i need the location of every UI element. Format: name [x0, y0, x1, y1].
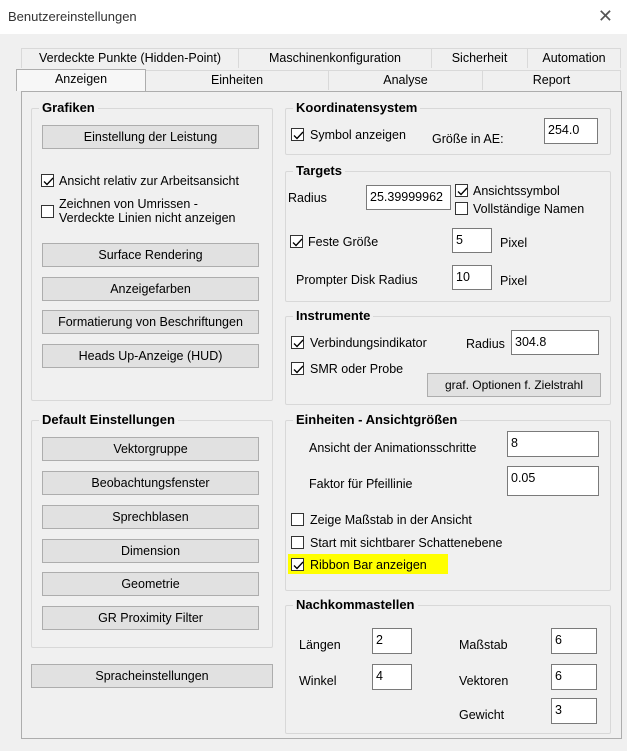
- zeichnen-umrissen-label-2: Verdeckte Linien nicht anzeigen: [59, 211, 236, 225]
- tab-einheiten[interactable]: Einheiten: [145, 70, 329, 90]
- zeige-massstab-label: Zeige Maßstab in der Ansicht: [310, 513, 472, 527]
- smr-probe-checkbox[interactable]: [291, 362, 304, 375]
- group-title-nachkommastellen: Nachkommastellen: [293, 597, 418, 613]
- heads-up-anzeige-button[interactable]: Heads Up-Anzeige (HUD): [42, 344, 259, 368]
- tab-automation[interactable]: Automation: [527, 48, 621, 68]
- close-icon[interactable]: ✕: [598, 6, 613, 27]
- geometrie-button[interactable]: Geometrie: [42, 572, 259, 596]
- zeichnen-umrissen-checkbox[interactable]: [41, 205, 54, 218]
- groesse-ae-label: Größe in AE:: [432, 132, 504, 146]
- group-title-koordinatensystem: Koordinatensystem: [293, 100, 421, 116]
- laengen-input[interactable]: 2: [372, 628, 412, 654]
- group-instrumente: Instrumente Verbindungsindikator Radius …: [285, 308, 611, 405]
- pfeillinie-label: Faktor für Pfeillinie: [309, 477, 413, 491]
- feste-groesse-checkbox[interactable]: [290, 235, 303, 248]
- group-einheiten-ansichtgroessen: Einheiten - Ansichtgrößen Ansicht der An…: [285, 412, 611, 591]
- group-targets: Targets Radius 25.39999962 Ansichtssymbo…: [285, 163, 611, 302]
- targets-radius-input[interactable]: 25.39999962: [366, 185, 451, 210]
- group-title-instrumente: Instrumente: [293, 308, 374, 324]
- targets-radius-label: Radius: [288, 191, 327, 205]
- surface-rendering-button[interactable]: Surface Rendering: [42, 243, 259, 267]
- grafische-optionen-zielstrahl-button[interactable]: graf. Optionen f. Zielstrahl: [427, 373, 601, 397]
- tab-panel-anzeigen: Grafiken Einstellung der Leistung Ansich…: [21, 91, 622, 739]
- vektorgruppe-button[interactable]: Vektorgruppe: [42, 437, 259, 461]
- gr-proximity-filter-button[interactable]: GR Proximity Filter: [42, 606, 259, 630]
- group-grafiken: Grafiken Einstellung der Leistung Ansich…: [31, 100, 273, 401]
- prompter-disk-unit: Pixel: [500, 274, 528, 288]
- checkmark-icon: [292, 238, 303, 247]
- checkmark-icon: [293, 339, 304, 348]
- zeige-massstab-checkbox[interactable]: [291, 513, 304, 526]
- symbol-anzeigen-checkbox[interactable]: [291, 128, 304, 141]
- ansichtssymbol-label: Ansichtssymbol: [473, 184, 560, 198]
- tab-anzeigen[interactable]: Anzeigen: [16, 69, 146, 91]
- checkmark-icon: [293, 561, 304, 570]
- massstab-input[interactable]: 6: [551, 628, 597, 654]
- tab-hidden-point[interactable]: Verdeckte Punkte (Hidden-Point): [21, 48, 239, 68]
- pfeillinie-input[interactable]: 0.05: [507, 466, 599, 496]
- schattenebene-label: Start mit sichtbarer Schattenebene: [310, 536, 503, 550]
- checkmark-icon: [293, 365, 304, 374]
- tab-analyse[interactable]: Analyse: [328, 70, 483, 90]
- group-title-grafiken: Grafiken: [39, 100, 98, 116]
- tab-maschinenkonfiguration[interactable]: Maschinenkonfiguration: [238, 48, 432, 68]
- vollstaendige-namen-label: Vollständige Namen: [473, 202, 585, 216]
- ansicht-relativ-checkbox[interactable]: [41, 174, 54, 187]
- vektoren-label: Vektoren: [459, 674, 509, 688]
- groesse-ae-input[interactable]: 254.0: [544, 118, 598, 144]
- sprechblasen-button[interactable]: Sprechblasen: [42, 505, 259, 529]
- winkel-input[interactable]: 4: [372, 664, 412, 690]
- checkmark-icon: [457, 187, 468, 196]
- window-title: Benutzereinstellungen: [8, 9, 137, 24]
- gewicht-label: Gewicht: [459, 708, 505, 722]
- instrumente-radius-input[interactable]: 304.8: [511, 330, 599, 355]
- group-default-einstellungen: Default Einstellungen Vektorgruppe Beoba…: [31, 412, 273, 648]
- prompter-disk-input[interactable]: 10: [452, 265, 492, 290]
- instrumente-radius-label: Radius: [466, 337, 505, 351]
- feste-groesse-label: Feste Größe: [308, 235, 379, 249]
- ansichtssymbol-checkbox[interactable]: [455, 184, 468, 197]
- anzeigefarben-button[interactable]: Anzeigefarben: [42, 277, 259, 301]
- smr-probe-label: SMR oder Probe: [310, 362, 404, 376]
- feste-groesse-input[interactable]: 5: [452, 228, 492, 253]
- checkmark-icon: [293, 131, 304, 140]
- title-bar: Benutzereinstellungen ✕: [0, 0, 627, 34]
- group-koordinatensystem: Koordinatensystem Symbol anzeigen Größe …: [285, 100, 611, 155]
- formatierung-beschriftungen-button[interactable]: Formatierung von Beschriftungen: [42, 310, 259, 334]
- feste-groesse-unit: Pixel: [500, 236, 528, 250]
- zeichnen-umrissen-label-1: Zeichnen von Umrissen -: [59, 197, 198, 211]
- group-title-targets: Targets: [293, 163, 345, 179]
- tab-report[interactable]: Report: [482, 70, 621, 90]
- schattenebene-checkbox[interactable]: [291, 536, 304, 549]
- beobachtungsfenster-button[interactable]: Beobachtungsfenster: [42, 471, 259, 495]
- prompter-disk-label: Prompter Disk Radius: [296, 273, 418, 287]
- ribbon-bar-checkbox[interactable]: [291, 558, 304, 571]
- vollstaendige-namen-checkbox[interactable]: [455, 202, 468, 215]
- massstab-label: Maßstab: [459, 638, 508, 652]
- tab-sicherheit[interactable]: Sicherheit: [431, 48, 528, 68]
- dimension-button[interactable]: Dimension: [42, 539, 259, 563]
- einstellung-leistung-button[interactable]: Einstellung der Leistung: [42, 125, 259, 149]
- vektoren-input[interactable]: 6: [551, 664, 597, 690]
- ribbon-bar-label: Ribbon Bar anzeigen: [310, 558, 427, 572]
- animationsschritte-input[interactable]: 8: [507, 431, 599, 457]
- symbol-anzeigen-label: Symbol anzeigen: [310, 128, 406, 142]
- group-title-einheiten: Einheiten - Ansichtgrößen: [293, 412, 461, 428]
- animationsschritte-label: Ansicht der Animationsschritte: [309, 441, 477, 455]
- group-title-default: Default Einstellungen: [39, 412, 178, 428]
- verbindungsindikator-checkbox[interactable]: [291, 336, 304, 349]
- checkmark-icon: [43, 177, 54, 186]
- ansicht-relativ-label: Ansicht relativ zur Arbeitsansicht: [59, 174, 239, 188]
- group-nachkommastellen: Nachkommastellen Längen 2 Winkel 4 Maßst…: [285, 597, 611, 734]
- verbindungsindikator-label: Verbindungsindikator: [310, 336, 427, 350]
- spracheinstellungen-button[interactable]: Spracheinstellungen: [31, 664, 273, 688]
- gewicht-input[interactable]: 3: [551, 698, 597, 724]
- laengen-label: Längen: [299, 638, 341, 652]
- winkel-label: Winkel: [299, 674, 337, 688]
